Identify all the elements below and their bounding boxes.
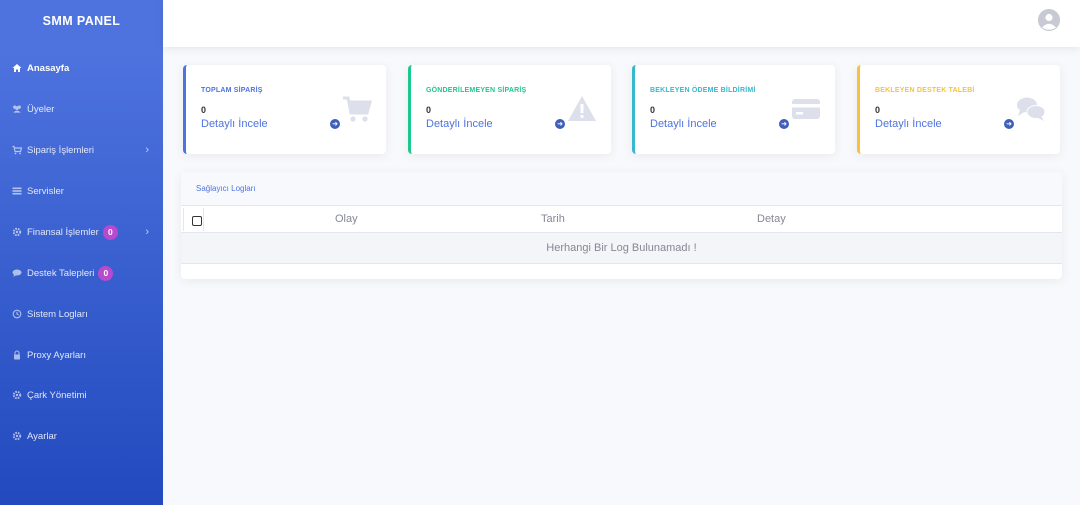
sidebar-item-label: Servisler — [27, 185, 64, 197]
sidebar-item-label: Ayarlar — [27, 430, 57, 442]
sidebar-item-proxy-ayarlari[interactable]: Proxy Ayarları — [0, 344, 163, 366]
comments-icon — [1017, 97, 1046, 121]
sidebar-item-cark-yonetimi[interactable]: Çark Yönetimi — [0, 384, 163, 406]
sidebar-item-label: Çark Yönetimi — [27, 389, 87, 401]
details-link[interactable]: Detaylı İncele — [201, 118, 268, 130]
arrow-right-icon[interactable]: ➜ — [779, 119, 789, 129]
card-value: 0 — [875, 105, 881, 115]
column-header-olay[interactable]: Olay — [335, 213, 358, 225]
sidebar-item-label: Anasayfa — [27, 62, 70, 74]
list-icon — [12, 186, 22, 196]
card-value: 0 — [201, 105, 207, 115]
details-link[interactable]: Detaylı İncele — [650, 118, 717, 130]
details-link[interactable]: Detaylı İncele — [426, 118, 493, 130]
table-header: Olay Tarih Detay — [181, 206, 1062, 233]
card-title: GÖNDERİLEMEYEN SİPARİŞ — [426, 87, 527, 94]
gear-icon — [12, 227, 22, 237]
notification-badge: 0 — [102, 224, 118, 240]
select-all-checkbox[interactable] — [192, 216, 202, 226]
warning-icon — [568, 96, 596, 121]
history-icon — [12, 309, 22, 319]
sidebar-item-servisler[interactable]: Servisler — [0, 180, 163, 202]
chevron-right-icon: › — [145, 226, 149, 238]
sidebar: SMM PANEL Anasayfa Üyeler Sipariş İşleml… — [0, 0, 163, 505]
stat-card-gonderilemeyen-siparis: GÖNDERİLEMEYEN SİPARİŞ 0 Detaylı İncele … — [408, 65, 611, 154]
arrow-right-icon[interactable]: ➜ — [555, 119, 565, 129]
column-header-tarih[interactable]: Tarih — [541, 213, 565, 225]
credit-card-icon — [792, 99, 820, 119]
panel-title: Sağlayıcı Logları — [181, 172, 1062, 206]
sidebar-item-finansal-islemler[interactable]: Finansal İşlemler 0 › — [0, 221, 163, 243]
sidebar-item-label: Üyeler — [27, 103, 55, 115]
sidebar-item-label: Destek Talepleri — [27, 267, 95, 279]
user-avatar-icon[interactable] — [1038, 9, 1060, 31]
gear-icon — [12, 390, 22, 400]
chevron-right-icon: › — [145, 144, 149, 156]
lock-icon — [12, 350, 22, 360]
notification-badge: 0 — [98, 265, 114, 281]
details-link[interactable]: Detaylı İncele — [875, 118, 942, 130]
cart-icon — [343, 96, 372, 122]
card-title: BEKLEYEN ÖDEME BİLDİRİMİ — [650, 87, 756, 94]
sidebar-item-destek-talepleri[interactable]: Destek Talepleri 0 — [0, 262, 163, 284]
card-title: TOPLAM SİPARİŞ — [201, 87, 263, 94]
home-icon — [12, 63, 22, 73]
arrow-right-icon[interactable]: ➜ — [1004, 119, 1014, 129]
card-value: 0 — [426, 105, 432, 115]
provider-logs-panel: Sağlayıcı Logları Olay Tarih Detay Herha… — [181, 172, 1062, 279]
cart-icon — [12, 145, 22, 155]
sidebar-item-ayarlar[interactable]: Ayarlar — [0, 425, 163, 447]
stat-card-toplam-siparis: TOPLAM SİPARİŞ 0 Detaylı İncele ➜ — [183, 65, 386, 154]
sidebar-item-label: Sipariş İşlemleri — [27, 144, 95, 156]
sidebar-item-siparis-islemleri[interactable]: Sipariş İşlemleri › — [0, 139, 163, 161]
stat-card-bekleyen-destek: BEKLEYEN DESTEK TALEBİ 0 Detaylı İncele … — [857, 65, 1060, 154]
select-all-cell — [183, 208, 204, 231]
column-header-detay[interactable]: Detay — [757, 213, 786, 225]
sidebar-item-label: Proxy Ayarları — [27, 349, 86, 361]
chat-icon — [12, 268, 22, 278]
card-value: 0 — [650, 105, 656, 115]
sidebar-item-uyeler[interactable]: Üyeler — [0, 98, 163, 120]
gear-icon — [12, 431, 22, 441]
sidebar-item-sistem-loglari[interactable]: Sistem Logları — [0, 303, 163, 325]
stat-card-bekleyen-odeme: BEKLEYEN ÖDEME BİLDİRİMİ 0 Detaylı İncel… — [632, 65, 835, 154]
sidebar-item-anasayfa[interactable]: Anasayfa — [0, 57, 163, 79]
sidebar-item-label: Finansal İşlemler — [27, 226, 99, 238]
users-icon — [12, 104, 22, 114]
empty-state-message: Herhangi Bir Log Bulunamadı ! — [181, 233, 1062, 264]
sidebar-item-label: Sistem Logları — [27, 308, 88, 320]
card-title: BEKLEYEN DESTEK TALEBİ — [875, 87, 975, 94]
arrow-right-icon[interactable]: ➜ — [330, 119, 340, 129]
brand-title[interactable]: SMM PANEL — [0, 0, 163, 42]
topbar — [163, 0, 1080, 47]
